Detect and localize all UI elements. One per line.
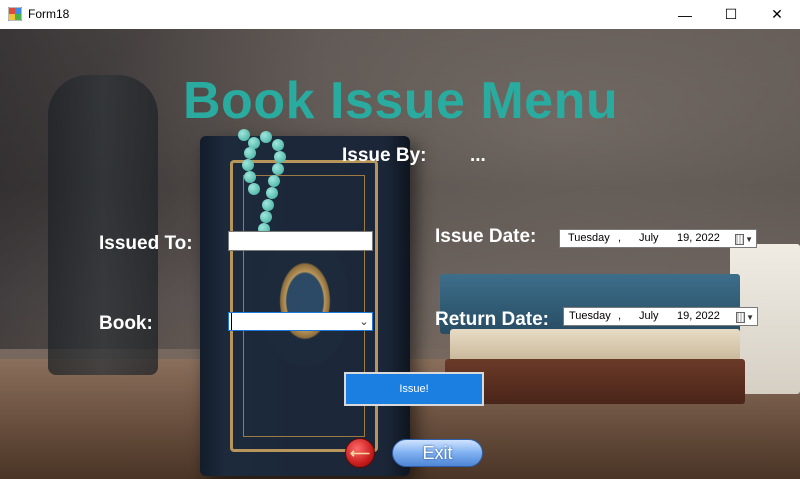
calendar-icon[interactable]: ▼	[736, 310, 754, 324]
quran-book-image	[200, 136, 410, 476]
book-combobox-value	[231, 313, 356, 330]
book-combobox[interactable]: ⌄	[228, 312, 373, 331]
form-client-area: Book Issue Menu Issue By: ... Issued To:…	[0, 29, 800, 479]
issue-date-daynum-year: 19, 2022	[677, 232, 720, 244]
minimize-button[interactable]: —	[662, 0, 708, 29]
calendar-icon[interactable]: ▼	[735, 232, 753, 246]
return-date-daynum-year: 19, 2022	[677, 310, 720, 322]
prayer-beads-image	[238, 129, 286, 319]
exit-button[interactable]: Exit	[392, 439, 483, 467]
issue-by-label: Issue By:	[342, 145, 427, 166]
book-stack-image	[450, 329, 740, 361]
window-title: Form18	[28, 7, 70, 21]
return-date-label: Return Date:	[435, 309, 550, 330]
back-button[interactable]: ⟵	[345, 438, 375, 468]
issued-to-input[interactable]	[228, 231, 373, 251]
maximize-button[interactable]: ☐	[708, 0, 754, 29]
return-date-day: Tuesday	[569, 310, 611, 322]
close-button[interactable]: ✕	[754, 0, 800, 29]
issue-button[interactable]: Issue!	[344, 372, 484, 406]
back-arrow-icon: ⟵	[349, 444, 371, 461]
issue-date-label: Issue Date:	[435, 226, 537, 247]
return-date-month: July	[639, 310, 659, 322]
issue-date-sep: ,	[618, 232, 622, 244]
issue-date-day: Tuesday	[568, 232, 610, 244]
issue-date-picker[interactable]: Tuesday , July 19, 2022 ▼	[559, 229, 757, 248]
issue-by-value: ...	[470, 145, 486, 166]
book-stack-image	[445, 359, 745, 404]
book-label: Book:	[99, 313, 153, 334]
return-date-picker[interactable]: Tuesday , July 19, 2022 ▼	[563, 307, 758, 326]
issue-date-month: July	[639, 232, 659, 244]
page-title: Book Issue Menu	[183, 72, 619, 130]
title-bar: Form18 — ☐ ✕	[0, 0, 800, 29]
issued-to-label: Issued To:	[99, 233, 193, 254]
app-icon	[8, 7, 22, 21]
chevron-down-icon[interactable]: ⌄	[356, 315, 372, 328]
return-date-sep: ,	[618, 310, 622, 322]
